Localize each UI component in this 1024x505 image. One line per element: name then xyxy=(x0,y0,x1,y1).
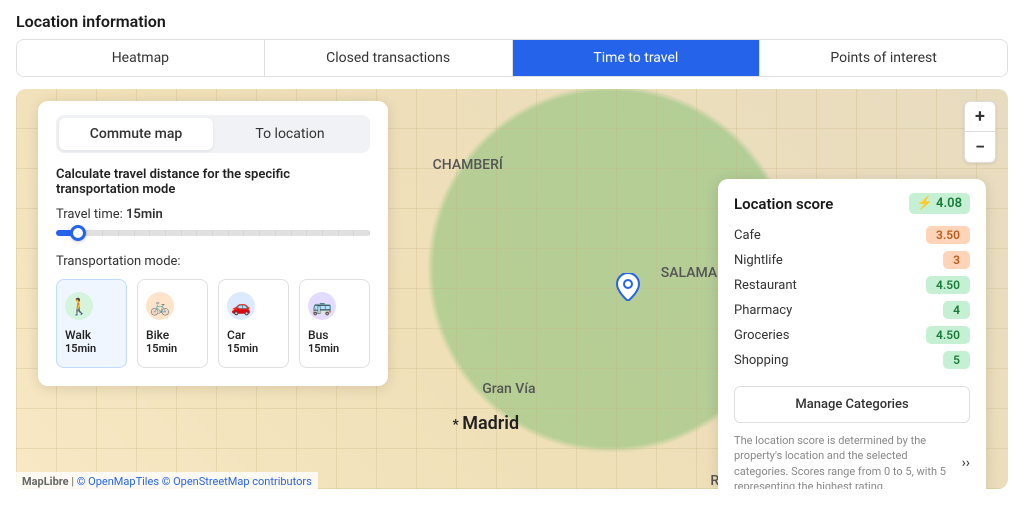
map-container: CHAMBERÍSALAMANCAGran VíaRETIRO Madrid +… xyxy=(16,89,1008,489)
openmaptiles-link[interactable]: © OpenMapTiles xyxy=(77,475,159,488)
mode-row: 🚶Walk15min🚲Bike15min🚗Car15min🚌Bus15min xyxy=(56,279,370,368)
travel-time-value: 15min xyxy=(126,207,163,222)
map-marker-icon xyxy=(616,273,640,301)
score-footnote: The location score is determined by the … xyxy=(734,433,970,489)
score-row-shopping: Shopping 5 xyxy=(734,351,970,369)
mode-time: 15min xyxy=(65,342,118,355)
tab-points-of-interest[interactable]: Points of interest xyxy=(760,40,1007,76)
mode-name: Walk xyxy=(65,328,118,342)
mode-time: 15min xyxy=(227,342,280,355)
travel-time-label: Travel time: 15min xyxy=(56,207,370,222)
category-name: Cafe xyxy=(734,228,761,243)
slider-thumb[interactable] xyxy=(70,225,86,241)
mode-name: Bike xyxy=(146,328,199,342)
category-score: 4.50 xyxy=(926,276,970,294)
mode-time: 15min xyxy=(308,342,361,355)
map-label: CHAMBERÍ xyxy=(433,157,503,173)
manage-categories-button[interactable]: Manage Categories xyxy=(734,386,970,423)
category-score: 5 xyxy=(943,351,970,369)
score-title: Location score xyxy=(734,195,833,213)
zoom-out-button[interactable]: − xyxy=(965,132,995,162)
map-lib-label: MapLibre xyxy=(22,475,69,488)
walk-icon: 🚶 xyxy=(65,292,93,320)
mode-title: Transportation mode: xyxy=(56,254,370,269)
commute-toggle: Commute mapTo location xyxy=(56,115,370,153)
category-score: 4.50 xyxy=(926,326,970,344)
category-score: 4 xyxy=(943,301,970,319)
travel-time-caption: Travel time: xyxy=(56,207,123,222)
category-name: Restaurant xyxy=(734,278,797,293)
toggle-to-location[interactable]: To location xyxy=(213,118,367,150)
mode-car[interactable]: 🚗 Car15min xyxy=(218,279,289,368)
tab-closed-transactions[interactable]: Closed transactions xyxy=(265,40,513,76)
category-name: Shopping xyxy=(734,353,789,368)
map-attribution: MapLibre | © OpenMapTiles © OpenStreetMa… xyxy=(16,472,318,489)
score-row-nightlife: Nightlife 3 xyxy=(734,251,970,269)
score-row-groceries: Groceries 4.50 xyxy=(734,326,970,344)
category-name: Nightlife xyxy=(734,253,783,268)
mode-time: 15min xyxy=(146,342,199,355)
bus-icon: 🚌 xyxy=(308,292,336,320)
category-name: Pharmacy xyxy=(734,303,792,318)
commute-panel: Commute mapTo location Calculate travel … xyxy=(38,101,388,386)
category-name: Groceries xyxy=(734,328,789,343)
category-score: 3 xyxy=(943,251,970,269)
expand-icon[interactable]: ›› xyxy=(962,454,970,474)
mode-name: Bus xyxy=(308,328,361,342)
score-row-pharmacy: Pharmacy 4 xyxy=(734,301,970,319)
score-panel: Location score ⚡ 4.08 Cafe 3.50 Nightlife 3… xyxy=(718,179,986,489)
score-row-cafe: Cafe 3.50 xyxy=(734,226,970,244)
toggle-commute-map[interactable]: Commute map xyxy=(59,118,213,150)
mode-name: Car xyxy=(227,328,280,342)
overall-score-badge: ⚡ 4.08 xyxy=(909,193,970,214)
map-city-label: Madrid xyxy=(452,413,519,434)
car-icon: 🚗 xyxy=(227,292,255,320)
score-row-restaurant: Restaurant 4.50 xyxy=(734,276,970,294)
travel-time-slider[interactable] xyxy=(56,230,370,236)
mode-walk[interactable]: 🚶 Walk15min xyxy=(56,279,127,368)
map-zoom-controls: + − xyxy=(964,101,996,163)
category-score: 3.50 xyxy=(926,226,970,244)
zoom-in-button[interactable]: + xyxy=(965,102,995,132)
mode-bus[interactable]: 🚌 Bus15min xyxy=(299,279,370,368)
tab-time-to-travel[interactable]: Time to travel xyxy=(513,40,761,76)
commute-subtitle: Calculate travel distance for the specif… xyxy=(56,167,370,197)
bike-icon: 🚲 xyxy=(146,292,174,320)
map-label: Gran Vía xyxy=(482,381,535,397)
tab-bar: HeatmapClosed transactionsTime to travel… xyxy=(16,39,1008,77)
osm-link[interactable]: © OpenStreetMap contributors xyxy=(162,475,312,488)
page-title: Location information xyxy=(0,0,1024,39)
mode-bike[interactable]: 🚲 Bike15min xyxy=(137,279,208,368)
tab-heatmap[interactable]: Heatmap xyxy=(17,40,265,76)
